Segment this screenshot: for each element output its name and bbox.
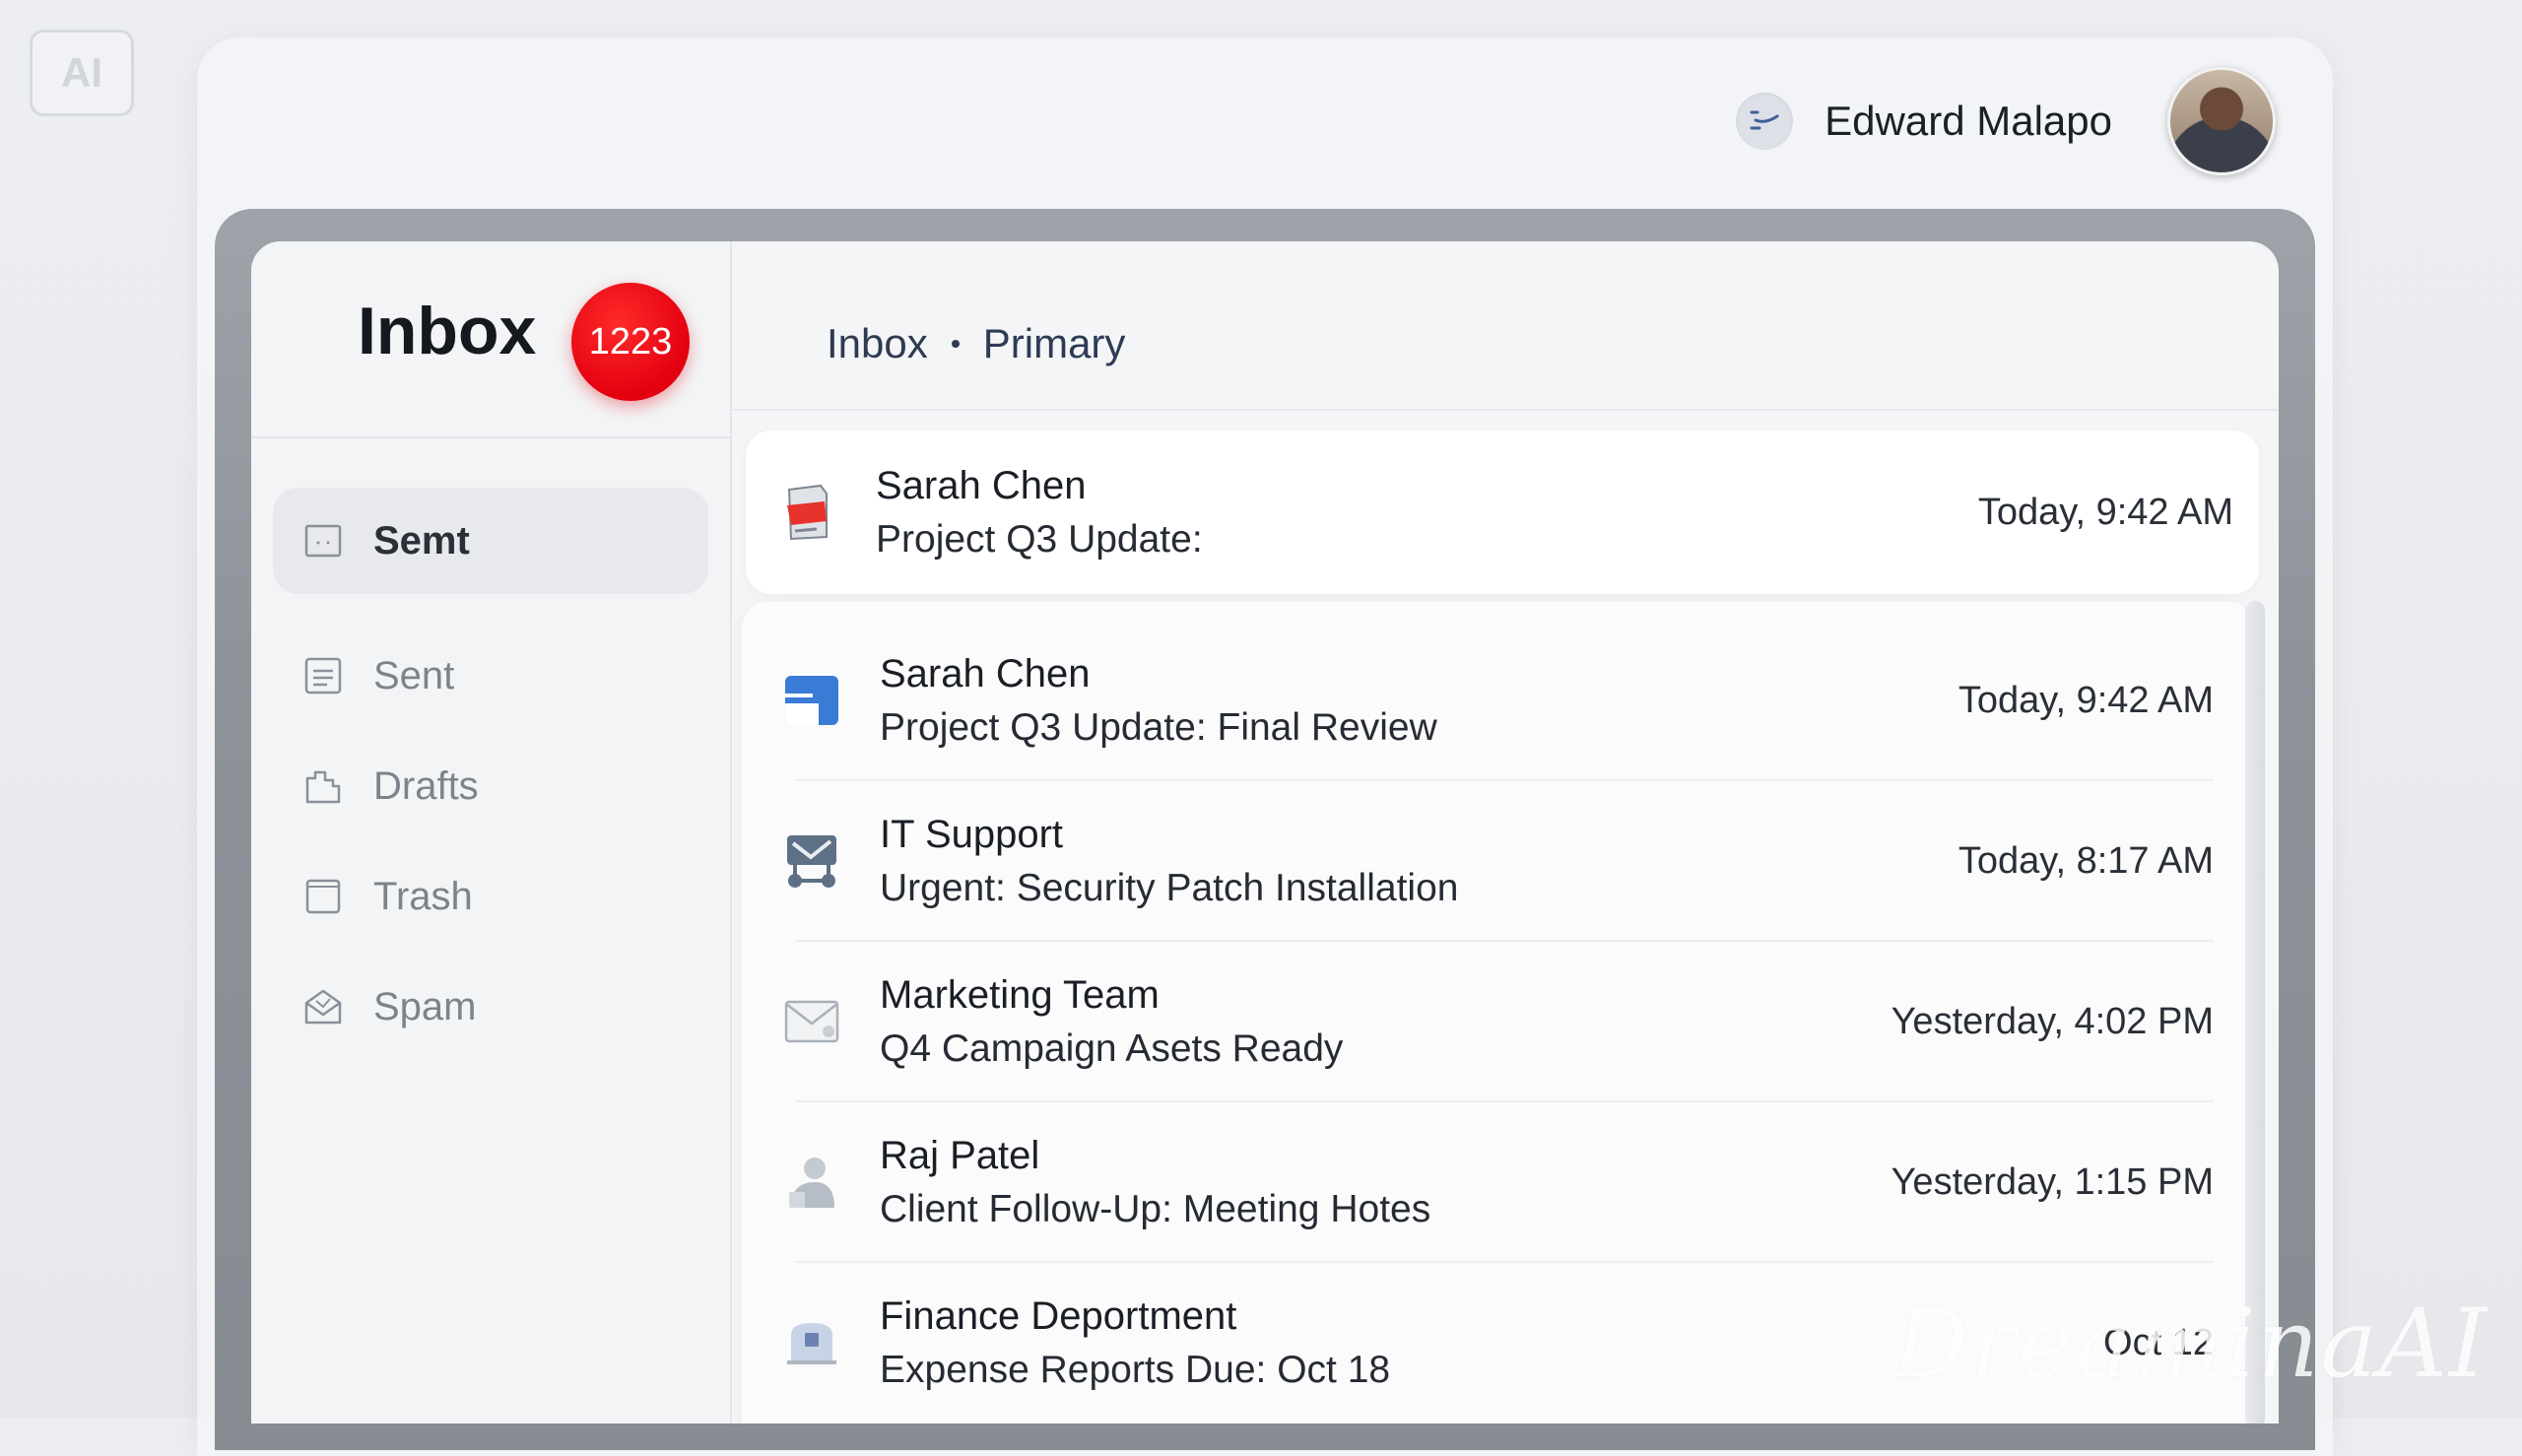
sidebar-item-label: Spam — [373, 984, 477, 1028]
envelope-icon — [783, 993, 840, 1050]
trash-icon — [302, 876, 344, 917]
breadcrumb-inbox[interactable]: Inbox — [827, 320, 928, 367]
sidebar-item-label: Trash — [373, 874, 473, 918]
email-sender: Marketing Team — [880, 972, 1160, 1017]
breadcrumb-separator — [951, 340, 960, 348]
email-subject: Client Follow-Up: Meeting Hotes — [880, 1187, 1431, 1230]
email-sender: Sarah Chen — [880, 651, 1091, 695]
list-item[interactable]: Sarah Chen Project Q3 Update: Final Revi… — [783, 622, 2214, 779]
email-sender: Sarah Chen — [876, 463, 1087, 507]
sidebar-item-label: Sent — [373, 653, 455, 697]
finance-icon — [783, 1314, 840, 1371]
person-icon — [783, 1154, 840, 1211]
sidebar-item-label: Semt — [373, 518, 470, 563]
sidebar-item-drafts[interactable]: Drafts — [273, 734, 708, 838]
email-subject: Q4 Campaign Asets Ready — [880, 1026, 1344, 1070]
sidebar-item-label: Drafts — [373, 763, 479, 808]
pinned-email-card[interactable]: Sarah Chen Project Q3 Update: Today, 9:4… — [746, 430, 2259, 594]
sidebar-item-spam[interactable]: Spam — [273, 955, 708, 1059]
row-divider — [795, 1100, 2214, 1102]
email-subject: Project Q3 Update: — [876, 517, 1203, 561]
email-time: Today, 8:17 AM — [1958, 839, 2214, 882]
list-item[interactable]: Raj Patel Client Follow-Up: Meeting Hote… — [783, 1103, 2214, 1261]
folder-nav: Semt Sent Drafts Trash Spam — [273, 488, 708, 1065]
document-icon — [302, 655, 344, 696]
list-item[interactable]: IT Support Urgent: Security Patch Instal… — [783, 782, 2214, 940]
email-time: Yesterday, 4:02 PM — [1891, 1000, 2214, 1042]
email-subject: Project Q3 Update: Final Review — [880, 705, 1437, 749]
blue-document-icon — [783, 672, 840, 729]
email-sender: IT Support — [880, 812, 1064, 856]
spam-envelope-icon — [302, 986, 344, 1027]
sidebar-item-semt[interactable]: Semt — [273, 488, 708, 594]
watermark-logo: DreaminaAI — [1892, 1289, 2489, 1399]
sidebar-item-trash[interactable]: Trash — [273, 844, 708, 949]
row-divider — [795, 779, 2214, 781]
email-time: Yesterday, 1:15 PM — [1891, 1160, 2214, 1203]
breadcrumb: Inbox Primary — [827, 320, 1125, 367]
status-icon[interactable] — [1736, 93, 1794, 150]
email-sender: Raj Patel — [880, 1133, 1040, 1177]
row-divider — [795, 940, 2214, 942]
sidebar-header: Inbox 1223 — [251, 241, 730, 438]
row-divider — [795, 1261, 2214, 1263]
ai-badge: AI — [30, 30, 134, 116]
breadcrumb-primary[interactable]: Primary — [983, 320, 1126, 367]
avatar[interactable] — [2167, 67, 2276, 175]
email-subject: Urgent: Security Patch Installation — [880, 866, 1459, 909]
list-item[interactable]: Sarah Chen Project Q3 Update: Today, 9:4… — [779, 433, 2233, 591]
main-header: Inbox Primary — [730, 241, 2279, 411]
inbox-tray-icon — [302, 520, 344, 562]
drafts-icon — [302, 765, 344, 807]
email-time: Today, 9:42 AM — [1958, 679, 2214, 721]
message-pane: Inbox Primary Sarah Chen Project Q3 Upda… — [730, 241, 2279, 1423]
network-icon — [783, 832, 840, 890]
list-item[interactable]: Marketing Team Q4 Campaign Asets Ready Y… — [783, 943, 2214, 1100]
red-folder-icon — [779, 484, 836, 541]
page-title: Inbox — [358, 294, 537, 368]
sidebar: Inbox 1223 Semt Sent Drafts Trash Spam — [251, 241, 732, 1423]
user-name[interactable]: Edward Malapo — [1825, 98, 2112, 145]
user-bar: Edward Malapo — [1736, 67, 2276, 175]
unread-count-badge: 1223 — [571, 283, 690, 401]
sidebar-item-sent[interactable]: Sent — [273, 624, 708, 728]
email-time: Today, 9:42 AM — [1977, 491, 2233, 533]
mail-app: Inbox 1223 Semt Sent Drafts Trash Spam I… — [251, 241, 2279, 1423]
